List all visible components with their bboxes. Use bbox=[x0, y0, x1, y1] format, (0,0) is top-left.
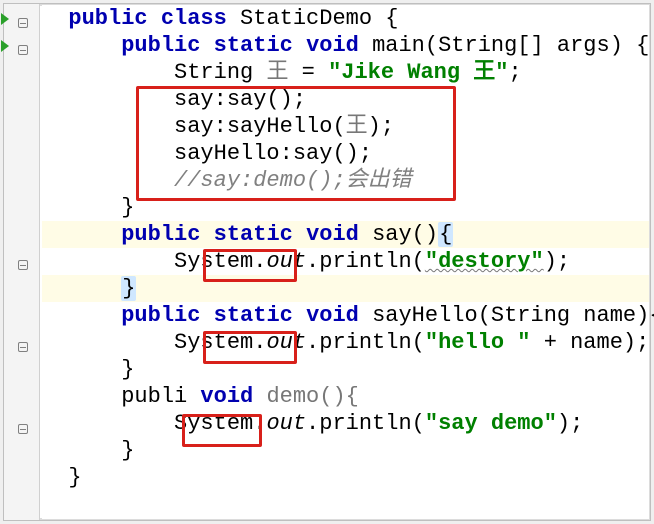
code-line: say:say(); bbox=[42, 86, 649, 113]
fold-toggle-icon[interactable] bbox=[18, 342, 28, 352]
fold-toggle-icon[interactable] bbox=[18, 260, 28, 270]
editor-frame: public class StaticDemo { public static … bbox=[3, 3, 651, 521]
fold-toggle-icon[interactable] bbox=[18, 18, 28, 28]
brace-highlight: } bbox=[121, 276, 136, 301]
code-line: } bbox=[42, 464, 649, 491]
code-line: public static void say(){ bbox=[42, 221, 649, 248]
code-line: public class StaticDemo { bbox=[42, 5, 649, 32]
code-line: } bbox=[42, 194, 649, 221]
fold-toggle-icon[interactable] bbox=[18, 45, 28, 55]
code-line: publi void demo(){ bbox=[42, 383, 649, 410]
gutter bbox=[4, 4, 40, 520]
code-line: } bbox=[42, 437, 649, 464]
code-line: String 王 = "Jike Wang 王"; bbox=[42, 59, 649, 86]
run-marker-icon bbox=[1, 40, 9, 52]
fold-toggle-icon[interactable] bbox=[18, 424, 28, 434]
code-line: public static void main(String[] args) { bbox=[42, 32, 649, 59]
code-line: System.out.println("destory"); bbox=[42, 248, 649, 275]
code-line: say:sayHello(王); bbox=[42, 113, 649, 140]
code-line: } bbox=[42, 356, 649, 383]
run-marker-icon bbox=[1, 13, 9, 25]
code-line: } bbox=[42, 275, 649, 302]
code-line: sayHello:say(); bbox=[42, 140, 649, 167]
code-line: System.out.println("hello " + name); bbox=[42, 329, 649, 356]
code-line: public static void sayHello(String name)… bbox=[42, 302, 649, 329]
code-line: System.out.println("say demo"); bbox=[42, 410, 649, 437]
brace-highlight: { bbox=[438, 222, 453, 247]
code-line: //say:demo();会出错 bbox=[42, 167, 649, 194]
code-editor[interactable]: public class StaticDemo { public static … bbox=[42, 5, 649, 519]
